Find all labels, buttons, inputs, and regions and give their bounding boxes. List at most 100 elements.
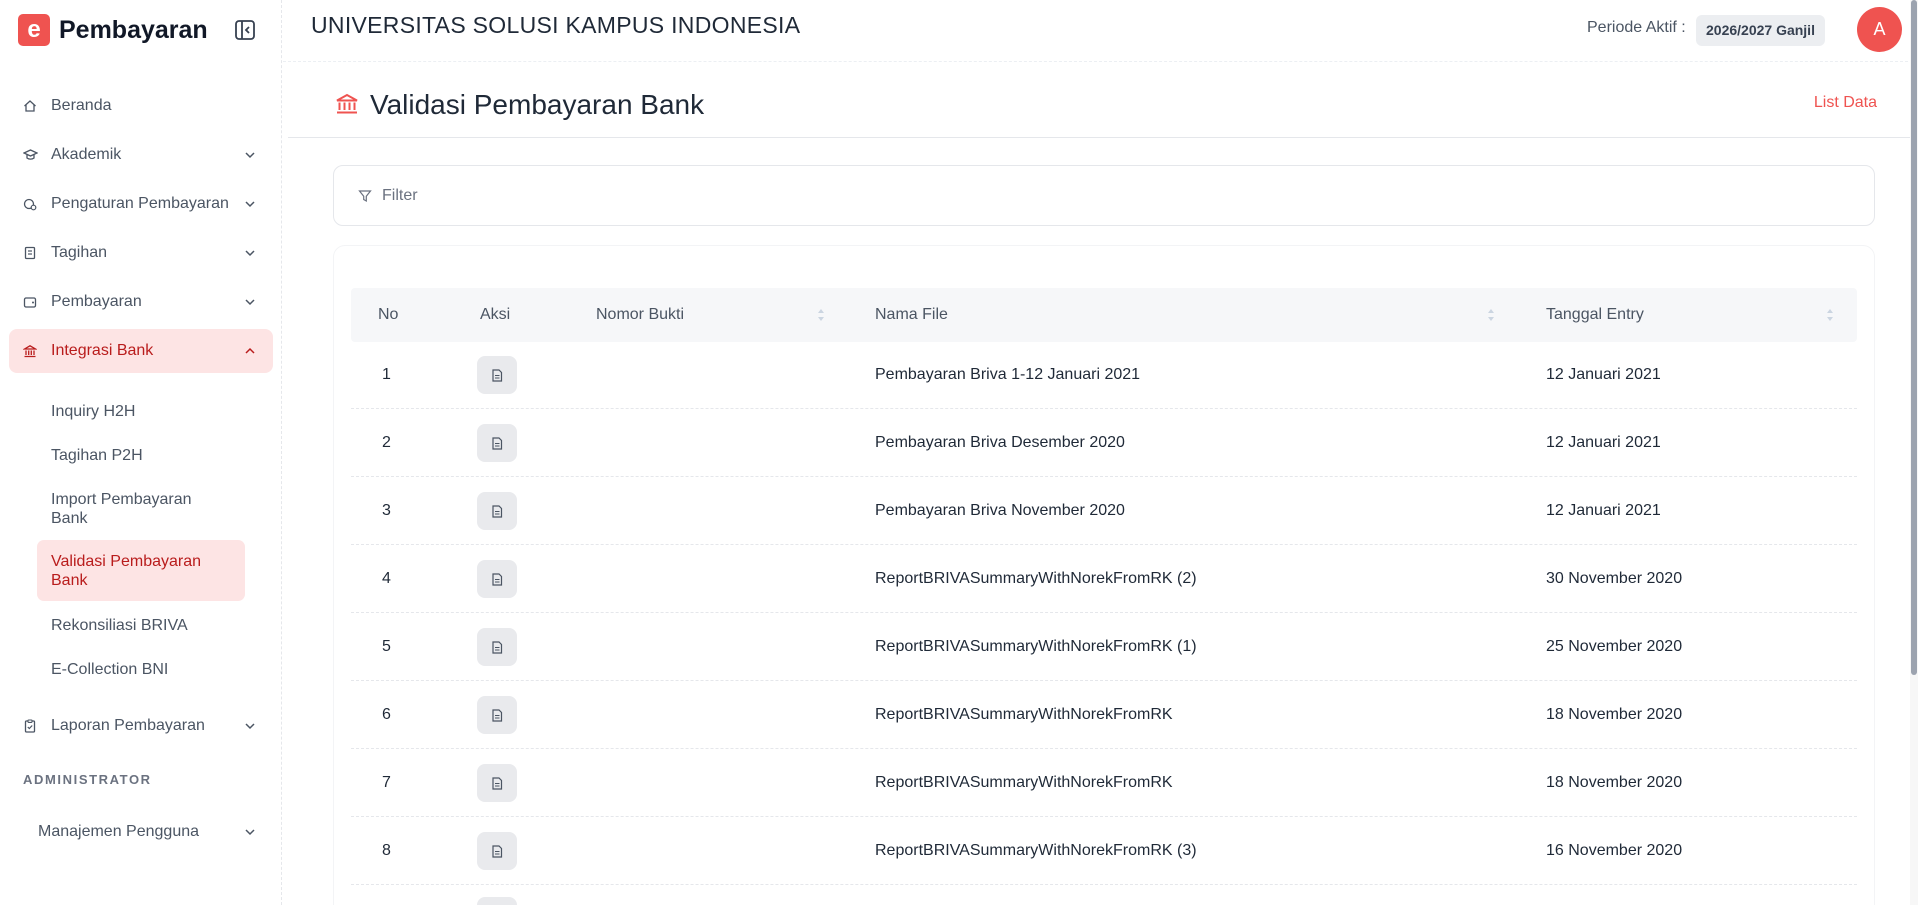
cell-aksi (477, 749, 517, 817)
sidebar-item-pengaturan-pembayaran[interactable]: Pengaturan Pembayaran (9, 182, 273, 226)
page-title: Validasi Pembayaran Bank (370, 89, 705, 120)
sidebar-item-label: Beranda (51, 97, 112, 114)
document-icon (492, 572, 503, 586)
table-row: 3 Pembayaran Briva November 2020 12 Janu… (351, 477, 1857, 545)
scrollbar-thumb[interactable] (1911, 0, 1917, 675)
submenu-item-label: Rekonsiliasi BRIVA (51, 616, 188, 634)
sidebar-item-label: Akademik (51, 146, 122, 163)
sidebar-item-label: Laporan Pembayaran (51, 717, 205, 734)
sort-icon[interactable] (1826, 308, 1834, 322)
period-badge[interactable]: 2026/2027 Ganjil (1696, 15, 1825, 46)
view-document-button[interactable] (477, 897, 517, 905)
org-title: UNIVERSITAS SOLUSI KAMPUS INDONESIA (311, 12, 801, 38)
cell-aksi (477, 409, 517, 477)
sidebar-item-integrasi-bank[interactable]: Integrasi Bank (9, 329, 273, 373)
view-document-button[interactable] (477, 628, 517, 666)
receipt-icon (23, 245, 39, 261)
sidebar-item-label: Pengaturan Pembayaran (51, 195, 229, 212)
submenu-item-e-collection-bni[interactable]: E-Collection BNI (37, 658, 182, 680)
cell-nama-file: Pembayaran Briva November 2020 (875, 502, 1125, 519)
cell-nama-file: ReportBRIVASummaryWithNorekFromRK (2) (875, 570, 1197, 587)
document-icon (492, 368, 503, 382)
cell-no: 6 (382, 706, 391, 723)
sidebar-item-beranda[interactable]: Beranda (9, 84, 273, 128)
sort-icon[interactable] (1487, 308, 1495, 322)
table-row: 5 ReportBRIVASummaryWithNorekFromRK (1) … (351, 613, 1857, 681)
cell-aksi (477, 817, 517, 885)
section-label-administrator: ADMINISTRATOR (23, 772, 152, 787)
page-header: Validasi Pembayaran Bank List Data (288, 62, 1918, 138)
brand-logo: e (18, 14, 50, 46)
column-header-tanggal-entry[interactable]: Tanggal Entry (1546, 306, 1644, 324)
filter-icon (358, 189, 372, 203)
cell-nama-file: Pembayaran Briva 1-12 Januari 2021 (875, 366, 1141, 383)
chevron-down-icon (243, 246, 257, 260)
sidebar-item-manajemen-pengguna[interactable]: Manajemen Pengguna (24, 810, 273, 854)
view-document-button[interactable] (477, 696, 517, 734)
bank-icon (23, 343, 39, 359)
submenu-item-inquiry-h2h[interactable]: Inquiry H2H (37, 400, 149, 422)
cell-no: 1 (382, 366, 391, 383)
filter-label: Filter (382, 186, 418, 204)
chevron-down-icon (243, 148, 257, 162)
sidebar-item-laporan-pembayaran[interactable]: Laporan Pembayaran (9, 704, 273, 748)
sidebar-item-label: Manajemen Pengguna (38, 823, 200, 840)
view-document-button[interactable] (477, 832, 517, 870)
cell-no: 8 (382, 842, 391, 859)
table-header: No Aksi Nomor Bukti Nama File Tanggal En… (351, 288, 1857, 342)
cell-tanggal-entry: 12 Januari 2021 (1546, 366, 1661, 383)
period-label: Periode Aktif : (1587, 19, 1686, 36)
table-row: 2 Pembayaran Briva Desember 2020 12 Janu… (351, 409, 1857, 477)
table-row: 8 ReportBRIVASummaryWithNorekFromRK (3) … (351, 817, 1857, 885)
wallet-icon (23, 294, 39, 310)
view-document-button[interactable] (477, 560, 517, 598)
sidebar-item-akademik[interactable]: Akademik (9, 133, 273, 177)
submenu-item-label: E-Collection BNI (51, 660, 169, 678)
cell-tanggal-entry: 25 November 2020 (1546, 638, 1683, 655)
avatar[interactable]: A (1857, 7, 1902, 52)
column-header-nomor-bukti[interactable]: Nomor Bukti (596, 306, 684, 324)
submenu-item-tagihan-p2h[interactable]: Tagihan P2H (37, 444, 157, 466)
cell-no: 5 (382, 638, 391, 655)
chevron-down-icon (243, 719, 257, 733)
filter-toggle[interactable]: Filter (333, 165, 1875, 226)
document-icon (492, 436, 503, 450)
cell-nama-file: ReportBRIVASummaryWithNorekFromRK (3) (875, 842, 1197, 859)
chevron-up-icon (243, 344, 257, 358)
view-document-button[interactable] (477, 764, 517, 802)
bank-icon (335, 92, 359, 116)
view-document-button[interactable] (477, 492, 517, 530)
sidebar-item-label: Integrasi Bank (51, 342, 154, 359)
submenu-item-label: Inquiry H2H (51, 402, 136, 420)
cell-tanggal-entry: 12 Januari 2021 (1546, 502, 1661, 519)
chevron-down-icon (243, 825, 257, 839)
submenu-item-rekonsiliasi-briva[interactable]: Rekonsiliasi BRIVA (37, 614, 202, 636)
column-header-nama-file[interactable]: Nama File (875, 306, 948, 324)
sort-icon[interactable] (817, 308, 825, 322)
document-icon (492, 708, 503, 722)
page-scrollbar[interactable] (1910, 0, 1918, 905)
cell-tanggal-entry: 30 November 2020 (1546, 570, 1683, 587)
home-icon (23, 98, 39, 114)
cell-nama-file: ReportBRIVASummaryWithNorekFromRK (875, 774, 1173, 791)
submenu-item-label: Import Pembayaran Bank (51, 491, 192, 527)
submenu-item-import-pembayaran-bank[interactable]: Import Pembayaran Bank (37, 489, 245, 529)
brand[interactable]: e Pembayaran (18, 14, 208, 46)
collapse-sidebar-icon[interactable] (234, 19, 256, 41)
topbar: UNIVERSITAS SOLUSI KAMPUS INDONESIA Peri… (283, 0, 1918, 62)
cell-no: 4 (382, 570, 391, 587)
sidebar-item-pembayaran[interactable]: Pembayaran (9, 280, 273, 324)
chevron-down-icon (243, 295, 257, 309)
list-data-link[interactable]: List Data (1814, 94, 1877, 112)
sidebar-item-tagihan[interactable]: Tagihan (9, 231, 273, 275)
view-document-button[interactable] (477, 424, 517, 462)
sidebar-nav: Beranda Akademik Pengaturan Pembayaran T… (9, 84, 273, 378)
submenu-item-label: Tagihan P2H (51, 446, 143, 464)
cell-tanggal-entry: 18 November 2020 (1546, 774, 1683, 791)
submenu-item-validasi-pembayaran-bank[interactable]: Validasi Pembayaran Bank (37, 540, 245, 601)
sidebar: e Pembayaran Beranda Akademik Pengaturan… (0, 0, 282, 905)
cell-tanggal-entry: 12 Januari 2021 (1546, 434, 1661, 451)
cell-nama-file: Pembayaran Briva Desember 2020 (875, 434, 1125, 451)
view-document-button[interactable] (477, 356, 517, 394)
sidebar-item-label: Pembayaran (51, 293, 142, 310)
